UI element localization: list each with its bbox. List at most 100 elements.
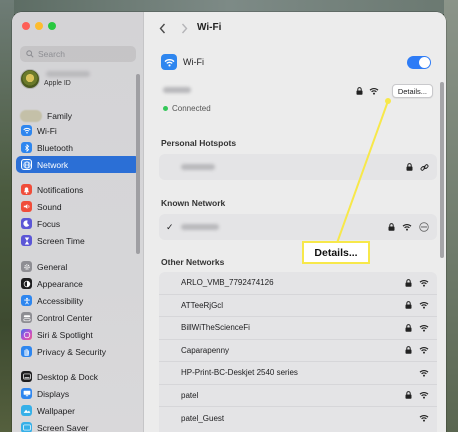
sidebar-item-appearance[interactable]: Appearance — [16, 275, 140, 292]
sidebar-item-focus[interactable]: Focus — [16, 215, 140, 232]
row-icons — [405, 272, 429, 294]
sidebar-item-sound[interactable]: Sound — [16, 198, 140, 215]
apple-id-label: Apple ID — [44, 79, 71, 87]
checkmark-icon: ✓ — [166, 221, 174, 232]
network-name: patel — [181, 390, 199, 400]
dock-icon — [21, 371, 32, 382]
apple-id-item[interactable]: Apple ID — [20, 69, 90, 89]
sidebar-item-label: Screen Saver — [37, 422, 89, 432]
zoom-button[interactable] — [48, 22, 56, 30]
toggle-knob — [419, 57, 430, 68]
forward-button[interactable] — [177, 21, 191, 35]
row-icons — [388, 214, 429, 240]
search-field[interactable]: Search — [20, 46, 136, 62]
sidebar-item-label: Privacy & Security — [37, 346, 106, 357]
wifi-signal-icon — [419, 415, 429, 422]
wallpaper-icon — [21, 405, 32, 416]
lock-icon — [405, 323, 412, 332]
chevron-right-icon — [181, 23, 187, 33]
list-item[interactable]: HP-Print-BC-Deskjet 2540 series — [159, 362, 437, 385]
sidebar-item-wifi[interactable]: Wi-Fi — [16, 122, 140, 139]
sidebar-item-label: General — [37, 261, 68, 272]
status-dot-icon — [163, 106, 168, 111]
moon-icon — [21, 218, 32, 229]
sidebar-item-label: Appearance — [37, 278, 83, 289]
sidebar-item-accessibility[interactable]: Accessibility — [16, 292, 140, 309]
list-item[interactable]: patel_Guest — [159, 407, 437, 430]
network-name: ARLO_VMB_7792474126 — [181, 278, 274, 288]
wifi-signal-icon — [419, 302, 429, 309]
sidebar-item-notifications[interactable]: Notifications — [16, 181, 140, 198]
section-title-other-networks: Other Networks — [161, 257, 225, 267]
status-text: Connected — [172, 104, 211, 113]
search-icon — [26, 50, 34, 58]
sidebar-item-label: Wallpaper — [37, 405, 75, 416]
lock-icon — [405, 278, 412, 287]
sidebar-group-notifications: Notifications Sound Focus Screen Time — [16, 181, 140, 249]
back-button[interactable] — [155, 21, 169, 35]
sidebar-scrollbar[interactable] — [136, 74, 140, 254]
sidebar-item-label: Screen Time — [37, 235, 85, 246]
list-item[interactable]: ATTeeRjGcl — [159, 295, 437, 317]
globe-icon — [21, 159, 32, 170]
list-item[interactable] — [159, 154, 437, 180]
wifi-label: Wi-Fi — [183, 57, 204, 67]
row-icons — [405, 317, 429, 339]
row-icons — [406, 154, 429, 180]
sidebar-item-label: Siri & Spotlight — [37, 329, 93, 340]
sidebar: Search Apple ID Family Wi-Fi Bluetooth N… — [12, 12, 144, 432]
wifi-signal-icon — [369, 88, 379, 95]
wifi-signal-icon — [402, 224, 412, 231]
details-button[interactable]: Details... — [391, 84, 433, 98]
sidebar-item-siri-spotlight[interactable]: Siri & Spotlight — [16, 326, 140, 343]
chevron-left-icon — [159, 23, 165, 33]
sidebar-item-label: Desktop & Dock — [37, 371, 98, 382]
sidebar-item-desktop-dock[interactable]: Desktop & Dock — [16, 368, 140, 385]
wifi-toggle-row: Wi-Fi — [161, 52, 435, 72]
lock-icon — [388, 223, 395, 231]
sidebar-item-screen-saver[interactable]: Screen Saver — [16, 419, 140, 432]
sidebar-item-privacy-security[interactable]: Privacy & Security — [16, 343, 140, 360]
sidebar-item-control-center[interactable]: Control Center — [16, 309, 140, 326]
minimize-button[interactable] — [35, 22, 43, 30]
network-name: ATTeeRjGcl — [181, 300, 224, 310]
list-item[interactable]: ✓ — [159, 214, 437, 240]
list-item[interactable]: ARLO_VMB_7792474126 — [159, 272, 437, 295]
list-item[interactable]: Caparapenny — [159, 340, 437, 362]
wifi-signal-icon — [419, 392, 429, 399]
more-options-icon[interactable] — [419, 222, 429, 232]
sidebar-item-displays[interactable]: Displays — [16, 385, 140, 402]
known-networks-list: ✓ — [159, 214, 437, 240]
sidebar-item-label: Network — [37, 159, 69, 170]
sidebar-item-label: Focus — [37, 218, 61, 229]
close-button[interactable] — [22, 22, 30, 30]
wifi-signal-icon — [419, 369, 429, 377]
wifi-toggle[interactable] — [407, 56, 431, 69]
hotspot-name-redacted — [181, 164, 215, 170]
wifi-signal-icon — [419, 324, 429, 332]
sidebar-item-general[interactable]: General — [16, 258, 140, 275]
family-item[interactable]: Family — [20, 110, 72, 122]
hand-icon — [21, 346, 32, 357]
desktop-background-right — [444, 0, 458, 432]
sidebar-item-network[interactable]: Network — [16, 156, 140, 173]
content-scrollbar[interactable] — [440, 82, 444, 258]
network-name-redacted — [163, 87, 191, 93]
account-name-redacted — [46, 71, 90, 77]
sidebar-item-wallpaper[interactable]: Wallpaper — [16, 402, 140, 419]
display-icon — [21, 388, 32, 399]
speaker-icon — [21, 201, 32, 212]
list-item[interactable]: patel — [159, 385, 437, 407]
row-icons — [419, 407, 429, 430]
sidebar-group-connectivity: Wi-Fi Bluetooth Network — [16, 122, 140, 173]
sidebar-item-screen-time[interactable]: Screen Time — [16, 232, 140, 249]
sidebar-item-bluetooth[interactable]: Bluetooth — [16, 139, 140, 156]
section-title-known-network: Known Network — [161, 198, 226, 208]
hourglass-icon — [21, 235, 32, 246]
sidebar-item-label: Control Center — [37, 312, 93, 323]
list-item[interactable]: BillWiTheScienceFi — [159, 317, 437, 340]
connected-network-row: Connected Details... — [159, 78, 437, 120]
wifi-signal-icon — [419, 347, 429, 354]
sidebar-group-desktop: Desktop & Dock Displays Wallpaper Screen… — [16, 368, 140, 432]
network-name: HP-Print-BC-Deskjet 2540 series — [181, 368, 298, 378]
